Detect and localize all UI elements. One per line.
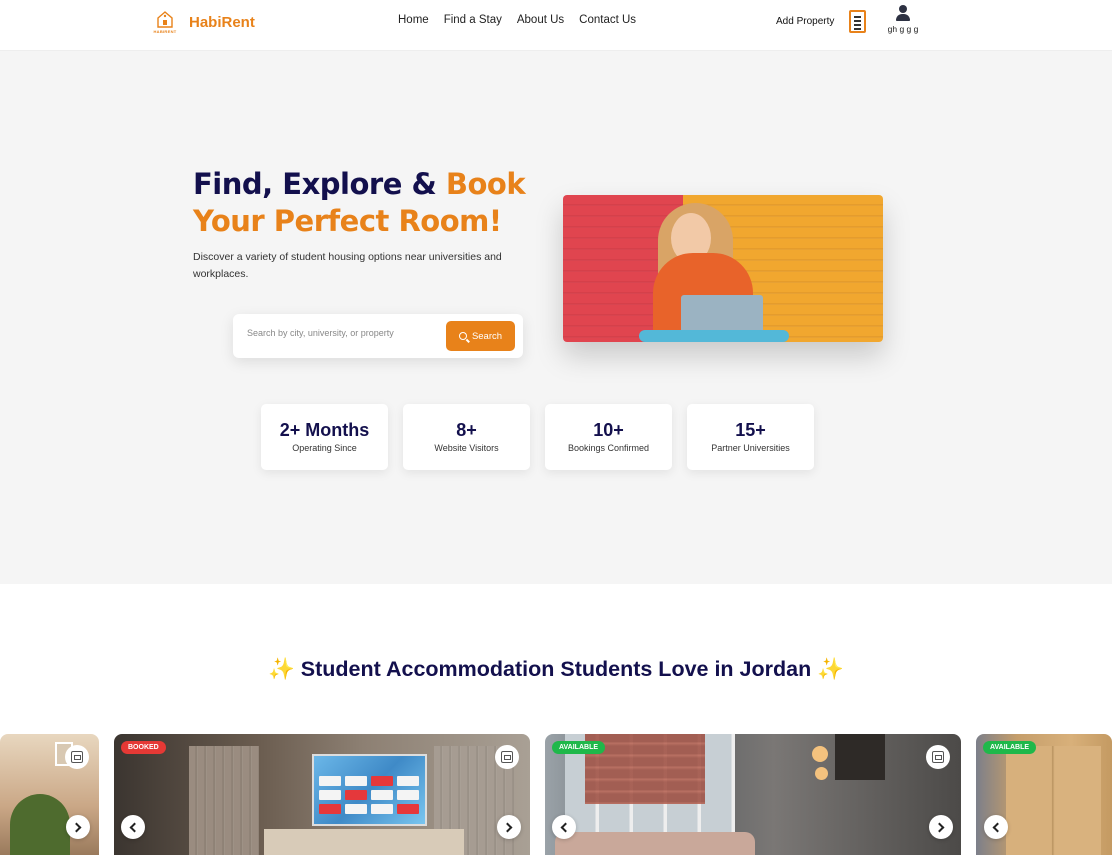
section-title: ✨ Student Accommodation Students Love in… bbox=[0, 657, 1112, 682]
user-name: gh g g g bbox=[887, 24, 919, 34]
status-badge: BOOKED bbox=[121, 741, 166, 754]
status-badge: AVAILABLE bbox=[983, 741, 1037, 754]
add-property-link[interactable]: Add Property bbox=[776, 16, 834, 27]
hero-title-part3: Your Perfect Room! bbox=[193, 204, 502, 238]
hero-title: Find, Explore & Book Your Perfect Room! bbox=[193, 166, 533, 240]
prev-arrow-button[interactable] bbox=[552, 815, 576, 839]
sparkle-icon: ✨ bbox=[268, 657, 295, 681]
search-input[interactable] bbox=[247, 328, 437, 338]
property-card[interactable] bbox=[0, 734, 99, 855]
property-card[interactable]: AVAILABLE bbox=[976, 734, 1112, 855]
stat-value: 8+ bbox=[456, 420, 477, 440]
nav-item-about-us[interactable]: About Us bbox=[517, 14, 564, 26]
save-icon[interactable] bbox=[65, 745, 89, 769]
logo-caption: HABIRENT bbox=[153, 29, 177, 34]
stat-card: 2+ Months Operating Since bbox=[261, 404, 388, 470]
brand-name: HabiRent bbox=[189, 13, 255, 31]
user-icon bbox=[896, 5, 910, 21]
search-bar: Search bbox=[233, 314, 523, 358]
stat-label: Operating Since bbox=[292, 443, 357, 453]
sparkle-icon: ✨ bbox=[817, 657, 844, 681]
stat-card: 10+ Bookings Confirmed bbox=[545, 404, 672, 470]
next-arrow-button[interactable] bbox=[497, 815, 521, 839]
stat-card: 15+ Partner Universities bbox=[687, 404, 814, 470]
calendar-icon[interactable] bbox=[495, 745, 519, 769]
stat-value: 15+ bbox=[735, 420, 766, 440]
hero-section: Find, Explore & Book Your Perfect Room! … bbox=[0, 51, 1112, 584]
search-button-label: Search bbox=[471, 330, 503, 342]
nav-item-find-a-stay[interactable]: Find a Stay bbox=[444, 14, 502, 26]
property-card[interactable]: AVAILABLE bbox=[545, 734, 961, 855]
hero-subtitle: Discover a variety of student housing op… bbox=[193, 251, 502, 280]
nav-item-contact-us[interactable]: Contact Us bbox=[579, 14, 636, 26]
stat-label: Website Visitors bbox=[434, 443, 499, 453]
stat-value: 10+ bbox=[593, 420, 624, 440]
stat-label: Bookings Confirmed bbox=[567, 443, 650, 453]
search-icon bbox=[458, 332, 467, 340]
user-menu[interactable]: gh g g g bbox=[885, 5, 921, 34]
property-card[interactable]: BOOKED bbox=[114, 734, 530, 855]
habirent-logo-icon: HABIRENT bbox=[150, 8, 180, 36]
prev-arrow-button[interactable] bbox=[984, 815, 1008, 839]
main-menu: Home Find a Stay About Us Contact Us bbox=[398, 14, 636, 26]
prev-arrow-button[interactable] bbox=[121, 815, 145, 839]
brand[interactable]: HABIRENT HabiRent bbox=[150, 8, 255, 36]
stats-row: 2+ Months Operating Since 8+ Website Vis… bbox=[261, 404, 814, 470]
stat-card: 8+ Website Visitors bbox=[403, 404, 530, 470]
stat-label: Partner Universities bbox=[711, 443, 790, 453]
hero-title-part2: Book bbox=[445, 167, 526, 201]
navbar: HABIRENT HabiRent Home Find a Stay About… bbox=[0, 0, 1112, 51]
document-icon[interactable] bbox=[849, 10, 866, 33]
hero-title-part1: Find, Explore & bbox=[193, 167, 437, 201]
status-badge: AVAILABLE bbox=[552, 741, 606, 754]
section-title-text: Student Accommodation Students Love in J… bbox=[300, 657, 812, 681]
search-button[interactable]: Search bbox=[446, 321, 515, 351]
nav-item-home[interactable]: Home bbox=[398, 14, 429, 26]
next-arrow-button[interactable] bbox=[929, 815, 953, 839]
hero-image bbox=[563, 195, 883, 342]
next-arrow-button[interactable] bbox=[66, 815, 90, 839]
stat-value: 2+ Months bbox=[279, 420, 370, 440]
save-icon[interactable] bbox=[926, 745, 950, 769]
